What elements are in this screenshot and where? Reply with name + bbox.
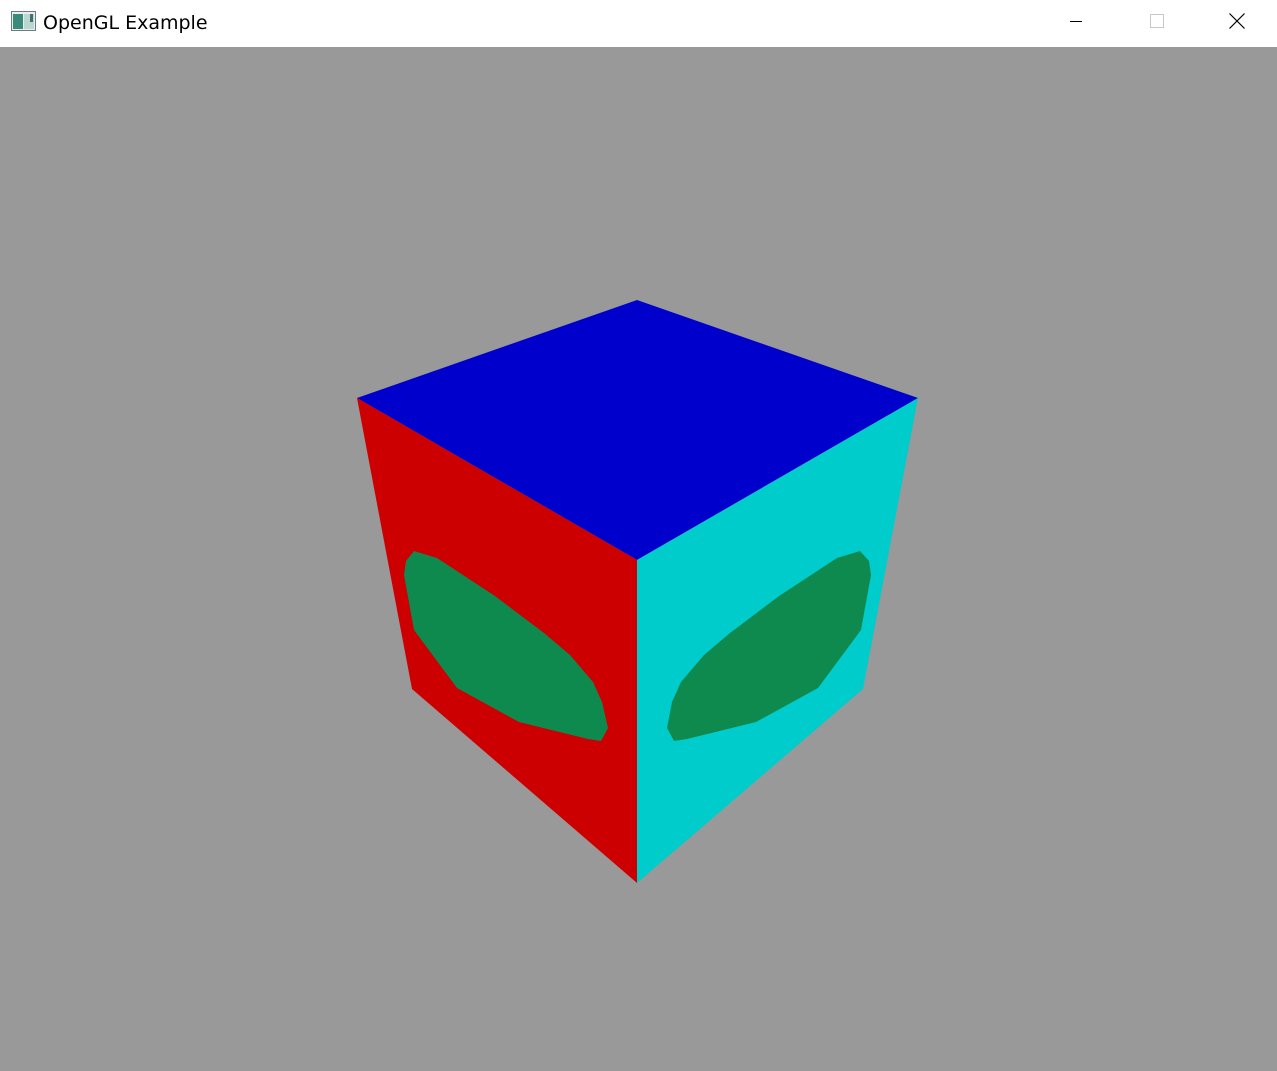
opengl-app-icon [11,11,36,31]
maximize-icon [1148,13,1164,34]
application-window: OpenGL Example [0,0,1277,1071]
cube-render [357,300,918,883]
close-icon [1228,12,1246,35]
maximize-button[interactable] [1116,0,1196,47]
minimize-button[interactable] [1036,0,1116,47]
title-bar[interactable]: OpenGL Example [0,0,1277,47]
close-button[interactable] [1197,0,1277,47]
minimize-icon [1068,13,1084,34]
window-title: OpenGL Example [43,12,208,34]
opengl-canvas[interactable] [0,47,1277,1071]
